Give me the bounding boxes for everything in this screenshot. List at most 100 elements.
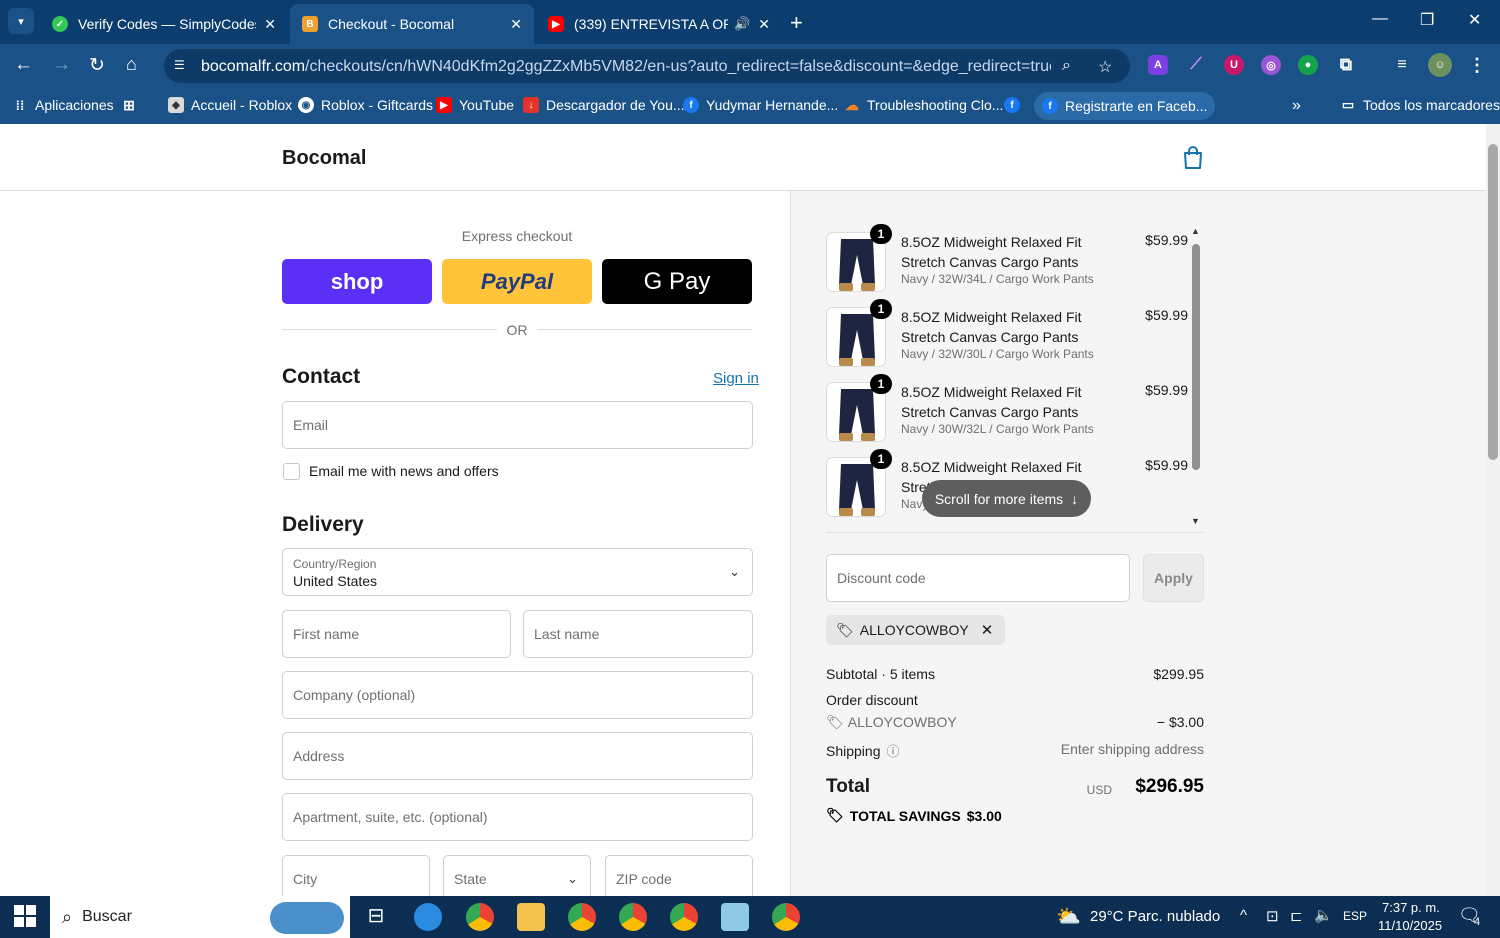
weather-icon[interactable]: ⛅: [1056, 904, 1081, 929]
home-button[interactable]: ⌂: [126, 54, 137, 75]
edge-icon[interactable]: [414, 903, 442, 931]
tab-checkout[interactable]: B Checkout - Bocomal ✕: [290, 4, 534, 44]
sign-in-link[interactable]: Sign in: [713, 370, 759, 387]
google-pay-button[interactable]: G Pay: [602, 259, 752, 304]
url-text[interactable]: bocomalfr.com/checkouts/cn/hWN40dKfm2g2g…: [201, 58, 1051, 76]
task-view-icon[interactable]: ⊟: [362, 903, 390, 931]
bookmark-facebook-yudymar[interactable]: f Yudymar Hernande...: [683, 97, 838, 113]
extension-a-icon[interactable]: A: [1148, 55, 1168, 75]
profile-avatar[interactable]: ☺: [1428, 53, 1452, 77]
arrow-down-icon: ↓: [1071, 490, 1079, 507]
bookmark-facebook-signup[interactable]: f Registrarte en Faceb...: [1034, 92, 1216, 120]
clock-time[interactable]: 7:37 p. m.: [1382, 900, 1440, 915]
page-scroll-thumb[interactable]: [1488, 144, 1498, 460]
apply-discount-button[interactable]: Apply: [1143, 554, 1204, 602]
address-field[interactable]: Address: [282, 732, 753, 780]
new-tab-button[interactable]: +: [790, 10, 803, 36]
taskbar-search-box[interactable]: ⌕ Buscar: [50, 896, 350, 938]
scroll-up-icon[interactable]: ▲: [1191, 226, 1200, 236]
file-explorer-icon[interactable]: [517, 903, 545, 931]
product-price: $59.99: [1145, 382, 1188, 398]
shop-pay-button[interactable]: shop: [282, 259, 432, 304]
tab-youtube[interactable]: ▶ (339) ENTREVISTA A ORLAN 🔊 ✕: [536, 4, 782, 44]
bookmark-apps[interactable]: ⁞⁞ Aplicaciones: [12, 97, 114, 113]
reload-button[interactable]: ↻: [89, 54, 105, 77]
language-indicator[interactable]: ESP: [1343, 909, 1367, 923]
weather-text[interactable]: 29°C Parc. nublado: [1090, 908, 1220, 925]
menu-kebab-icon[interactable]: ⋮: [1467, 55, 1487, 75]
minimize-button[interactable]: —: [1372, 10, 1388, 28]
network-icon[interactable]: ⊏: [1290, 907, 1303, 925]
bookmark-star-icon[interactable]: ☆: [1098, 57, 1112, 77]
speaker-icon[interactable]: 🔊: [734, 16, 750, 32]
media-control-icon[interactable]: ≡: [1392, 55, 1412, 75]
chrome-icon[interactable]: [568, 903, 596, 931]
zoom-search-icon[interactable]: ⌕: [1062, 57, 1071, 75]
bookmarks-overflow-icon[interactable]: »: [1292, 97, 1301, 115]
bookmark-troubleshooting[interactable]: ☁ Troubleshooting Clo...: [844, 97, 1003, 114]
close-icon[interactable]: ✕: [758, 16, 770, 33]
close-icon[interactable]: ✕: [264, 16, 276, 33]
volume-icon[interactable]: 🔈: [1314, 906, 1333, 924]
window-close-button[interactable]: ✕: [1468, 10, 1481, 30]
product-price: $59.99: [1145, 307, 1188, 323]
email-field[interactable]: Email: [282, 401, 753, 449]
country-select[interactable]: Country/Region United States ⌄: [282, 548, 753, 596]
product-name: 8.5OZ Midweight Relaxed Fit Stretch Canv…: [901, 234, 1082, 270]
app-icon[interactable]: [721, 903, 749, 931]
address-bar[interactable]: ☰ bocomalfr.com/checkouts/cn/hWN40dKfm2g…: [164, 49, 1130, 83]
tab-search-button[interactable]: ▾: [8, 8, 34, 34]
help-circle-icon[interactable]: ⓘ: [887, 744, 900, 759]
product-price: $59.99: [1145, 232, 1188, 248]
last-name-field[interactable]: Last name: [523, 610, 753, 658]
back-button[interactable]: ←: [14, 54, 33, 76]
search-icon: ⌕: [62, 906, 73, 927]
chrome-icon[interactable]: [772, 903, 800, 931]
apartment-field[interactable]: Apartment, suite, etc. (optional): [282, 793, 753, 841]
extension-green-icon[interactable]: ●: [1298, 55, 1318, 75]
scroll-down-icon[interactable]: ▼: [1191, 516, 1200, 526]
tab-simplycodes[interactable]: ✓ Verify Codes — SimplyCodes ✕: [40, 4, 288, 44]
extension-feather-icon[interactable]: ⟋: [1186, 55, 1206, 75]
scroll-more-items-button[interactable]: Scroll for more items ↓: [922, 480, 1091, 517]
tray-chevron-icon[interactable]: ^: [1240, 907, 1247, 924]
bookmark-downloader[interactable]: ↓ Descargador de You...: [523, 97, 685, 113]
discount-code-field[interactable]: Discount code: [826, 554, 1130, 602]
news-offers-checkbox[interactable]: [283, 463, 300, 480]
bookmark-roblox-home[interactable]: ◆ Accueil - Roblox: [168, 97, 292, 113]
page-header: Bocomal: [0, 124, 1486, 191]
extension-circle-icon[interactable]: ◎: [1261, 55, 1281, 75]
chrome-icon[interactable]: [466, 903, 494, 931]
all-bookmarks-folder[interactable]: ▭ Todos los marcadores: [1340, 97, 1500, 113]
checkout-page: Bocomal Express checkout shop PayPal G P…: [0, 124, 1486, 896]
extensions-puzzle-icon[interactable]: ⧉: [1336, 55, 1356, 75]
chrome-icon[interactable]: [670, 903, 698, 931]
bookmark-roblox-giftcards[interactable]: ◉ Roblox - Giftcards: [298, 97, 433, 113]
extension-u-icon[interactable]: U: [1224, 55, 1244, 75]
remove-discount-icon[interactable]: ✕: [981, 621, 994, 639]
chrome-icon[interactable]: [619, 903, 647, 931]
first-name-field[interactable]: First name: [282, 610, 511, 658]
product-variant: Navy / 32W/30L / Cargo Work Pants: [901, 347, 1094, 361]
restore-button[interactable]: ❐: [1420, 10, 1434, 30]
state-select[interactable]: State ⌄: [443, 855, 591, 896]
download-icon: ↓: [523, 97, 539, 113]
city-field[interactable]: City: [282, 855, 430, 896]
bookmark-grid[interactable]: ⊞: [121, 97, 144, 113]
close-icon[interactable]: ✕: [510, 16, 522, 33]
page-scrollbar[interactable]: [1486, 124, 1500, 896]
bookmark-youtube[interactable]: ▶ YouTube: [436, 97, 514, 113]
forward-button[interactable]: →: [52, 54, 71, 76]
items-scroll-thumb[interactable]: [1192, 244, 1200, 470]
meet-now-icon[interactable]: ⊡: [1266, 907, 1279, 925]
site-info-icon[interactable]: ☰: [174, 58, 185, 72]
zip-field[interactable]: ZIP code: [605, 855, 753, 896]
bookmark-facebook[interactable]: f: [1004, 97, 1027, 113]
brand-logo[interactable]: Bocomal: [282, 147, 366, 170]
windows-start-icon[interactable]: [14, 905, 36, 927]
quantity-badge: 1: [870, 449, 892, 469]
paypal-button[interactable]: PayPal: [442, 259, 592, 304]
company-field[interactable]: Company (optional): [282, 671, 753, 719]
clock-date[interactable]: 11/10/2025: [1378, 918, 1442, 933]
cart-bag-icon[interactable]: [1182, 146, 1204, 170]
